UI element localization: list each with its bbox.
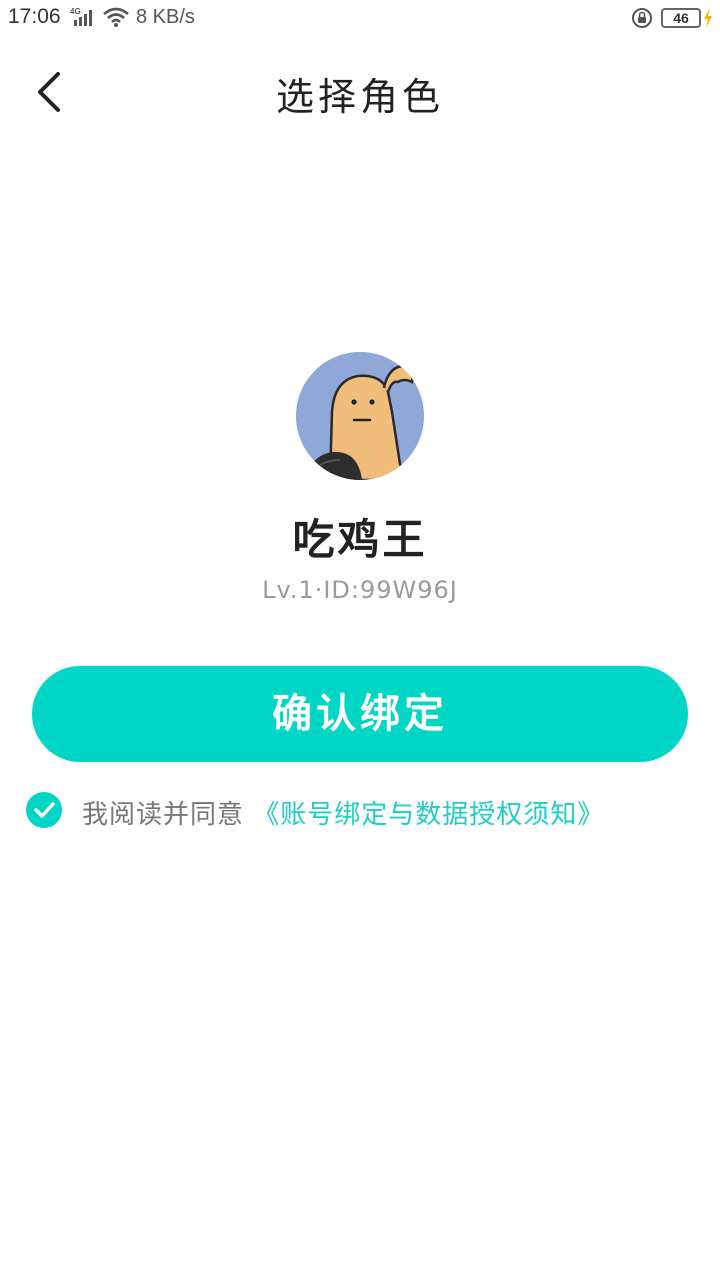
battery-indicator: 46 [661,8,701,28]
status-bar: 17:06 4G 8 KB/s 46 [0,0,720,36]
agreement-link[interactable]: 《账号绑定与数据授权须知》 [253,800,604,830]
cellular-signal-icon: 4G [70,7,92,26]
wifi-icon [103,7,129,27]
confirm-bind-button[interactable]: 确认绑定 [32,666,688,762]
agreement-text: 我阅读并同意 《账号绑定与数据授权须知》 [82,794,604,831]
charging-bolt-icon [704,8,712,28]
status-time: 17:06 [8,5,61,28]
role-level-id: Lv.1·ID:99W96J [262,576,458,604]
page-title: 选择角色 [275,75,444,119]
avatar-image [296,352,424,480]
network-speed: 8 KB/s [136,6,195,28]
agreement-prefix: 我阅读并同意 [82,800,245,830]
network-type-label: 4G [70,7,81,16]
agreement-checkbox[interactable] [26,792,62,828]
rotation-lock-icon [632,8,652,28]
avatar [296,352,424,480]
role-name: 吃鸡王 [292,515,428,564]
check-icon [34,802,55,818]
agreement-row: 我阅读并同意 《账号绑定与数据授权须知》 [26,790,706,830]
